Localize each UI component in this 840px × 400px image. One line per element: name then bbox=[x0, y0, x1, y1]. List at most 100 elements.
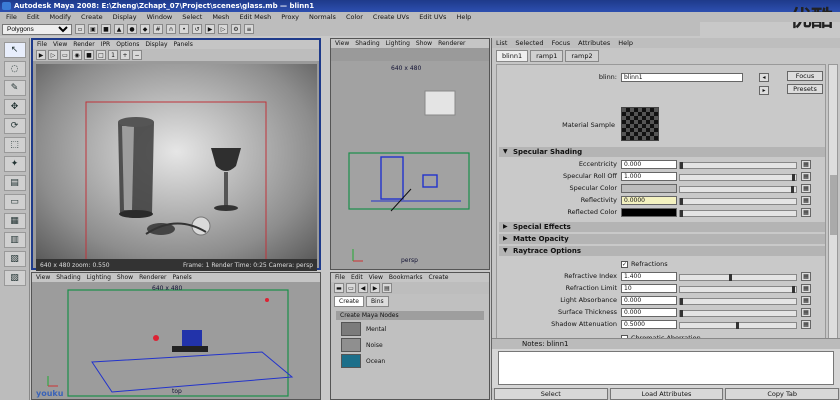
hs-graph-icon[interactable]: ▬ bbox=[334, 283, 344, 293]
menu-proxy[interactable]: Proxy bbox=[281, 13, 299, 21]
select-hierarchy-icon[interactable]: ▲ bbox=[114, 24, 124, 34]
persp-menu-renderer[interactable]: Renderer bbox=[438, 40, 465, 47]
real-size-icon[interactable]: 1 bbox=[108, 50, 118, 60]
snapshot-icon[interactable]: ◉ bbox=[72, 50, 82, 60]
top-menu-shading[interactable]: Shading bbox=[56, 274, 80, 281]
slider-knob[interactable] bbox=[680, 198, 683, 205]
refractions-checkbox-row[interactable]: ✓ Refractions bbox=[621, 260, 668, 268]
snap-point-icon[interactable]: • bbox=[179, 24, 189, 34]
persp-menu-show[interactable]: Show bbox=[416, 40, 432, 47]
attr-slider[interactable] bbox=[679, 274, 797, 281]
map-texture-icon[interactable]: ▦ bbox=[801, 296, 811, 305]
hs-clear-icon[interactable]: ▭ bbox=[346, 283, 356, 293]
save-scene-icon[interactable]: ■ bbox=[101, 24, 111, 34]
select-tool-icon[interactable]: ↖ bbox=[3, 42, 26, 58]
focus-button[interactable]: Focus bbox=[787, 71, 823, 81]
render-menu-display[interactable]: Display bbox=[145, 41, 167, 48]
redo-render-icon[interactable]: ▶ bbox=[36, 50, 46, 60]
go-input-icon[interactable]: ◂ bbox=[759, 73, 769, 82]
single-view-layout-icon[interactable]: ▭ bbox=[3, 194, 26, 210]
hs-menu-bookmarks[interactable]: Bookmarks bbox=[389, 274, 423, 281]
attr-value-field[interactable]: 0.000 bbox=[621, 160, 677, 169]
hs-menu-file[interactable]: File bbox=[335, 274, 345, 281]
attr-value-field[interactable]: 0.000 bbox=[621, 308, 677, 317]
select-component-icon[interactable]: ◆ bbox=[140, 24, 150, 34]
render-menu-render[interactable]: Render bbox=[73, 41, 94, 48]
slider-knob[interactable] bbox=[680, 162, 683, 169]
last-tool-icon[interactable]: ▤ bbox=[3, 175, 26, 191]
hs-tab-create[interactable]: Create bbox=[334, 296, 364, 307]
persp-menu-shading[interactable]: Shading bbox=[355, 40, 379, 47]
top-menu-view[interactable]: View bbox=[36, 274, 50, 281]
menu-set-dropdown[interactable]: Polygons bbox=[2, 23, 72, 35]
map-texture-icon[interactable]: ▦ bbox=[801, 184, 811, 193]
slider-knob[interactable] bbox=[729, 274, 733, 281]
hs-node-item[interactable]: Ocean bbox=[341, 354, 479, 368]
map-texture-icon[interactable]: ▦ bbox=[801, 172, 811, 181]
ipr-icon[interactable]: ▷ bbox=[48, 50, 58, 60]
slider-knob[interactable] bbox=[680, 298, 683, 305]
outliner-layout-icon[interactable]: ▧ bbox=[3, 251, 26, 267]
hs-tab-icon[interactable]: ▤ bbox=[382, 283, 392, 293]
new-scene-icon[interactable]: ▫ bbox=[75, 24, 85, 34]
slider-knob[interactable] bbox=[790, 186, 794, 193]
copy-tab-button[interactable]: Copy Tab bbox=[725, 388, 840, 400]
remove-image-icon[interactable]: − bbox=[132, 50, 142, 60]
display-rgb-icon[interactable]: ■ bbox=[84, 50, 94, 60]
rotate-tool-icon[interactable]: ⟳ bbox=[3, 118, 26, 134]
ae-menu-help[interactable]: Help bbox=[618, 39, 633, 47]
persp-scene[interactable]: 640 x 480 persp bbox=[331, 61, 489, 269]
channel-box-icon[interactable]: ≡ bbox=[244, 24, 254, 34]
attr-value-field[interactable]: 1.400 bbox=[621, 272, 677, 281]
menu-normals[interactable]: Normals bbox=[309, 13, 336, 21]
scale-tool-icon[interactable]: ⬚ bbox=[3, 137, 26, 153]
attr-slider[interactable] bbox=[679, 162, 797, 169]
manipulator-tool-icon[interactable]: ✦ bbox=[3, 156, 26, 172]
render-menu-options[interactable]: Options bbox=[116, 41, 139, 48]
history-icon[interactable]: ↺ bbox=[192, 24, 202, 34]
attr-slider[interactable] bbox=[679, 186, 797, 193]
ae-tab-ramp1[interactable]: ramp1 bbox=[530, 50, 564, 62]
scrollbar-thumb[interactable] bbox=[830, 175, 837, 235]
hs-node-item[interactable]: Noise bbox=[341, 338, 479, 352]
ipr-render-icon[interactable]: ▷ bbox=[218, 24, 228, 34]
move-tool-icon[interactable]: ✥ bbox=[3, 99, 26, 115]
attr-slider[interactable] bbox=[679, 174, 797, 181]
go-output-icon[interactable]: ▸ bbox=[759, 86, 769, 95]
map-texture-icon[interactable]: ▦ bbox=[801, 320, 811, 329]
menu-create[interactable]: Create bbox=[81, 13, 103, 21]
attr-slider[interactable] bbox=[679, 210, 797, 217]
ae-tab-ramp2[interactable]: ramp2 bbox=[565, 50, 599, 62]
snap-curve-icon[interactable]: ∩ bbox=[166, 24, 176, 34]
attr-slider[interactable] bbox=[679, 298, 797, 305]
hs-menu-view[interactable]: View bbox=[369, 274, 383, 281]
attr-slider[interactable] bbox=[679, 322, 797, 329]
node-name-field[interactable]: blinn1 bbox=[621, 73, 743, 82]
attr-value-field[interactable]: 0.0000 bbox=[621, 196, 677, 205]
attr-value-field[interactable]: 0.000 bbox=[621, 296, 677, 305]
menu-window[interactable]: Window bbox=[147, 13, 173, 21]
select-button[interactable]: Select bbox=[494, 388, 608, 400]
persp-menu-lighting[interactable]: Lighting bbox=[386, 40, 410, 47]
render-menu-panels[interactable]: Panels bbox=[174, 41, 193, 48]
section-raytrace-options[interactable]: ▼ Raytrace Options bbox=[499, 246, 825, 256]
menu-create-uvs[interactable]: Create UVs bbox=[373, 13, 409, 21]
render-frame-icon[interactable]: ▶ bbox=[205, 24, 215, 34]
two-view-layout-icon[interactable]: ▥ bbox=[3, 232, 26, 248]
hs-menu-edit[interactable]: Edit bbox=[351, 274, 363, 281]
menu-select[interactable]: Select bbox=[182, 13, 202, 21]
top-menu-panels[interactable]: Panels bbox=[172, 274, 191, 281]
render-menu-ipr[interactable]: IPR bbox=[101, 41, 111, 48]
ae-menu-selected[interactable]: Selected bbox=[515, 39, 543, 47]
ae-menu-attributes[interactable]: Attributes bbox=[578, 39, 610, 47]
section-matte-opacity[interactable]: ▶ Matte Opacity bbox=[499, 234, 825, 244]
hs-menu-create[interactable]: Create bbox=[428, 274, 448, 281]
map-texture-icon[interactable]: ▦ bbox=[801, 308, 811, 317]
attr-value-field[interactable]: 0.5000 bbox=[621, 320, 677, 329]
menu-mesh[interactable]: Mesh bbox=[212, 13, 229, 21]
lasso-tool-icon[interactable]: ◌ bbox=[3, 61, 26, 77]
hs-node-item[interactable]: Mental bbox=[341, 322, 479, 336]
attr-value-field[interactable]: 1.000 bbox=[621, 172, 677, 181]
ae-menu-focus[interactable]: Focus bbox=[552, 39, 571, 47]
top-menu-renderer[interactable]: Renderer bbox=[139, 274, 166, 281]
